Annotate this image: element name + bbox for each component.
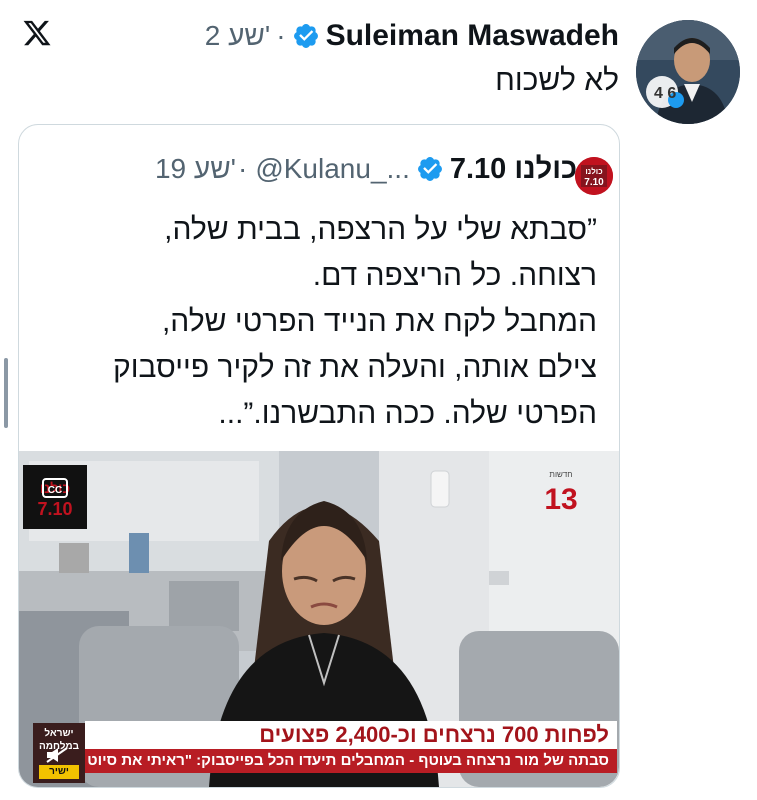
body-line: ”סבתא שלי על הרצפה, בבית שלה, [164,213,597,246]
quoted-tweet-avatar[interactable]: כולנו 7.10 [575,157,613,195]
channel-number: 13 [544,483,577,515]
avatar-badge: 4 6 [654,85,676,102]
svg-text:כולנו: כולנו [585,167,602,176]
tweet-header: 2 שע' · Suleiman Maswadeh [205,14,619,58]
verified-badge-icon [293,24,318,48]
author-name[interactable]: Suleiman Maswadeh [326,19,619,53]
avatar[interactable]: 4 6 [636,20,740,124]
kulanu-logo-icon: כולנו 7.10 [575,157,613,195]
body-line: המחבל לקח את הנייד הפרטי שלה, [161,305,597,338]
separator-dot: · [238,153,248,184]
tweet-time[interactable]: 2 שע' [205,20,270,52]
channel-13-logo-icon: חדשות 13 [544,470,577,515]
cc-label[interactable]: CC [48,485,62,496]
video-thumbnail[interactable]: כולנו 7.10 CC חדשות 13 ישראל במלחמה ישיר… [19,451,619,787]
ticker-headline: לפחות 700 נרצחים וכ-2,400 פצועים [85,721,617,749]
x-logo-icon[interactable] [22,18,52,48]
body-line: הפרטי שלה. ככה התבשרנו.”... [218,397,597,430]
quoted-tweet[interactable]: 19 שע' · @Kulanu_... כולנו 7.10 כולנו 7.… [18,124,620,788]
quoted-tweet-header: 19 שע' · @Kulanu_... כולנו 7.10 [155,149,577,189]
quoted-tweet-handle[interactable]: @Kulanu_... [255,153,410,185]
body-line: צילם אותה, והעלה את זה לקיר פייסבוק [113,351,597,384]
news-ticker: לפחות 700 נרצחים וכ-2,400 פצועים סבתה של… [19,721,619,777]
quoted-tweet-time[interactable]: 19 שע' [155,153,236,185]
svg-text:חדשות: חדשות [549,470,572,479]
ticker-subline: סבתה של מור נרצחה בעוטף - המחבלים תיעדו … [85,749,617,773]
tweet-text: לא לשכוח [495,64,619,97]
scroll-indicator[interactable] [4,358,8,428]
svg-text:7.10: 7.10 [584,177,604,188]
quoted-tweet-body: ”סבתא שלי על הרצפה, בבית שלה, רצוחה. כל … [37,207,597,437]
separator-dot: · [276,20,286,51]
svg-text:7.10: 7.10 [37,499,72,519]
corner-logo-icon: כולנו 7.10 CC [23,465,87,529]
body-line: רצוחה. כל הריצפה דם. [312,259,597,292]
avatar-photo: 4 6 [636,20,740,124]
quoted-tweet-name[interactable]: כולנו 7.10 [450,153,577,186]
verified-badge-icon [417,157,442,181]
